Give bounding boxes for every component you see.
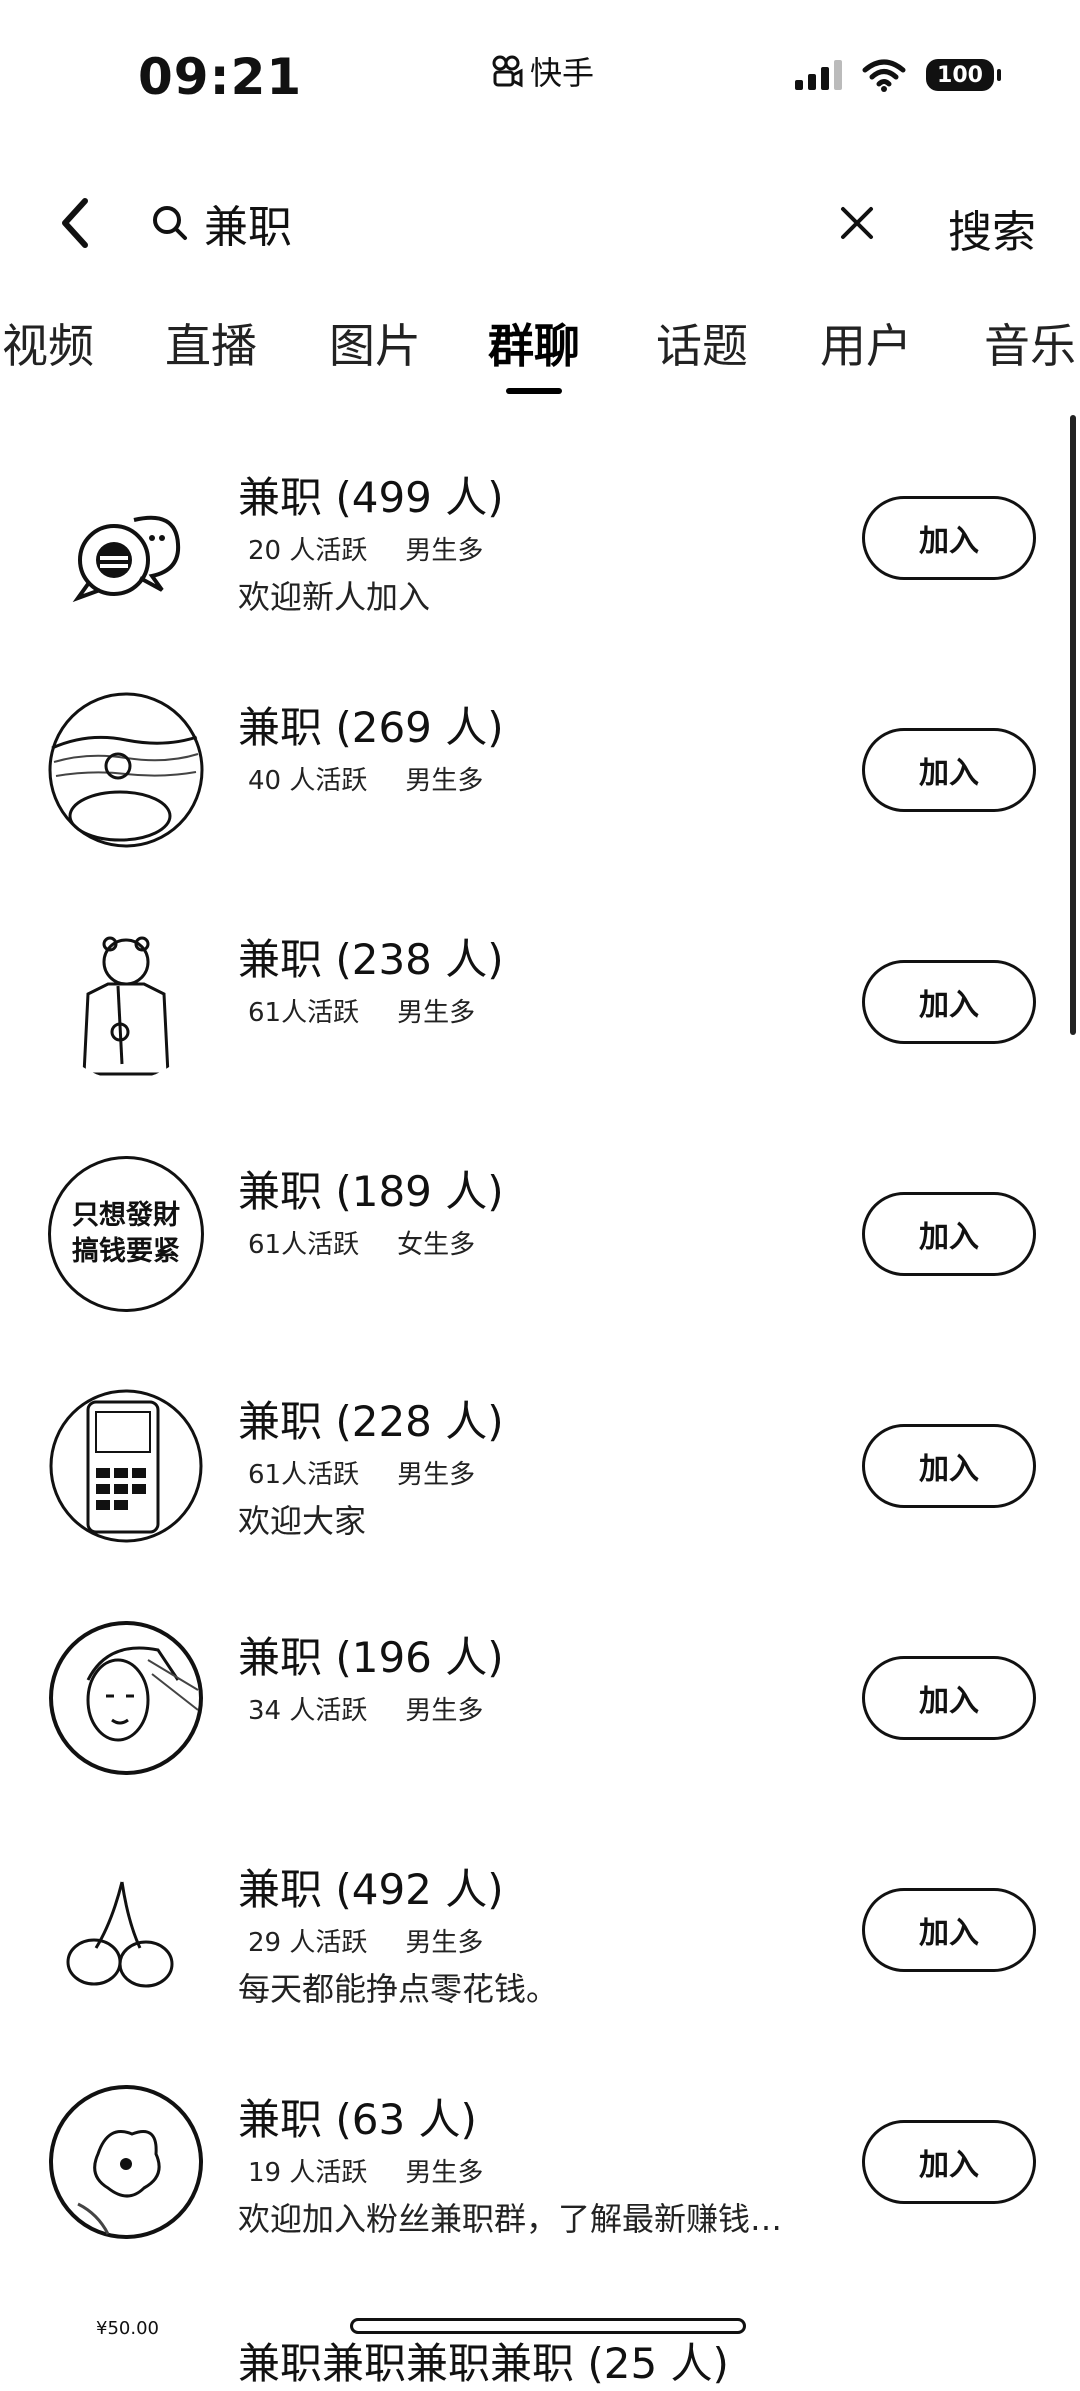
home-indicator[interactable]: [350, 2318, 746, 2334]
list-item[interactable]: 兼职 (228 人) 61人活跃 男生多 欢迎大家 加入: [0, 1388, 1080, 1588]
active-count: 61人活跃: [248, 1230, 360, 1260]
join-button[interactable]: 加入: [862, 1656, 1036, 1740]
active-count: 61人活跃: [248, 998, 360, 1028]
join-button[interactable]: 加入: [862, 496, 1036, 580]
group-title: 兼职 (269 人): [238, 703, 504, 752]
gender-ratio: 男生多: [405, 2158, 484, 2188]
join-button[interactable]: 加入: [862, 1192, 1036, 1276]
join-button[interactable]: 加入: [862, 1888, 1036, 1972]
photo-icon: [48, 692, 204, 848]
cellular-signal-icon: [795, 60, 842, 90]
clear-search-button[interactable]: [822, 188, 892, 258]
close-icon: [841, 207, 873, 239]
category-tabs: 视频 直播 图片 群聊 话题 用户 音乐: [0, 310, 1080, 400]
gender-ratio: 女生多: [397, 1230, 476, 1260]
list-item[interactable]: 兼职 (196 人) 34 人活跃 男生多 加入: [0, 1620, 1080, 1820]
list-item[interactable]: 兼职 (499 人) 20 人活跃 男生多 欢迎新人加入 加入: [0, 460, 1080, 660]
group-title: 兼职兼职兼职兼职 (25 人): [238, 2339, 729, 2388]
group-description: 欢迎新人加入: [238, 578, 431, 616]
group-title: 兼职 (492 人): [238, 1865, 504, 1914]
tab-images[interactable]: 图片: [329, 310, 421, 376]
group-meta: 29 人活跃 男生多: [248, 1922, 483, 1959]
list-item[interactable]: 兼职 (269 人) 40 人活跃 男生多 加入: [0, 692, 1080, 892]
group-meta: 19 人活跃 男生多: [248, 2152, 483, 2189]
list-item[interactable]: 只想發財 搞钱要紧 兼职 (189 人) 61人活跃 女生多 加入: [0, 1156, 1080, 1356]
gender-ratio: 男生多: [405, 766, 484, 796]
join-button[interactable]: 加入: [862, 960, 1036, 1044]
group-meta: 40 人活跃 男生多: [248, 760, 483, 797]
kuaishou-logo-icon: [492, 55, 523, 88]
chevron-left-icon: [62, 198, 88, 248]
status-icons: 100: [795, 58, 1001, 92]
group-title: 兼职 (228 人): [238, 1397, 504, 1446]
avatar: [48, 924, 204, 1080]
join-button[interactable]: 加入: [862, 2120, 1036, 2204]
tab-music[interactable]: 音乐: [984, 310, 1076, 376]
avatar: [48, 478, 204, 634]
search-button[interactable]: 搜索: [948, 196, 1036, 260]
list-item[interactable]: 兼职 (63 人) 19 人活跃 男生多 欢迎加入粉丝兼职群，了解最新赚钱… 加…: [0, 2084, 1080, 2284]
list-item[interactable]: 兼职 (492 人) 29 人活跃 男生多 每天都能挣点零花钱。 加入: [0, 1852, 1080, 2052]
search-bar: 兼职 搜索: [0, 180, 1080, 270]
avatar: [48, 1620, 204, 1776]
tab-video[interactable]: 视频: [2, 310, 94, 376]
photo-icon: [50, 926, 202, 1078]
photo-icon: [49, 1389, 203, 1543]
group-description: 欢迎加入粉丝兼职群，了解最新赚钱…: [238, 2200, 783, 2238]
avatar: [48, 1852, 204, 2008]
status-time: 09:21: [138, 48, 303, 106]
app-name: 快手: [530, 54, 595, 92]
battery-icon: 100: [926, 59, 1001, 91]
gender-ratio: 男生多: [405, 536, 484, 566]
avatar-price-text: ¥50.00: [96, 2318, 159, 2339]
active-count: 61人活跃: [248, 1460, 360, 1490]
tab-users[interactable]: 用户: [820, 310, 912, 376]
group-title: 兼职 (238 人): [238, 935, 504, 984]
active-count: 19 人活跃: [248, 2158, 368, 2188]
group-title: 兼职 (499 人): [238, 473, 504, 522]
group-meta: 61人活跃 男生多: [248, 992, 475, 1029]
group-meta: 20 人活跃 男生多: [248, 530, 483, 567]
gender-ratio: 男生多: [405, 1928, 484, 1958]
active-count: 40 人活跃: [248, 766, 368, 796]
active-tab-indicator: [506, 388, 562, 394]
tab-live[interactable]: 直播: [165, 310, 257, 376]
group-meta: 34 人活跃 男生多: [248, 1690, 483, 1727]
search-query: 兼职: [204, 202, 292, 253]
avatar: [48, 1388, 204, 1544]
gender-ratio: 男生多: [397, 1460, 476, 1490]
group-description: 欢迎大家: [238, 1502, 367, 1540]
group-title: 兼职 (63 人): [238, 2095, 477, 2144]
group-meta: 61人活跃 男生多: [248, 1454, 475, 1491]
active-count: 20 人活跃: [248, 536, 368, 566]
tab-topics[interactable]: 话题: [656, 310, 748, 376]
join-button[interactable]: 加入: [862, 728, 1036, 812]
group-title: 兼职 (196 人): [238, 1633, 504, 1682]
list-item[interactable]: 兼职 (238 人) 61人活跃 男生多 加入: [0, 924, 1080, 1124]
join-button[interactable]: 加入: [862, 1424, 1036, 1508]
status-bar: 09:21 快手 100: [0, 0, 1080, 140]
avatar-text: 搞钱要紧: [72, 1236, 180, 1267]
wifi-icon: [862, 59, 906, 92]
app-indicator: 快手: [490, 48, 594, 94]
active-count: 29 人活跃: [248, 1928, 368, 1958]
group-meta: 61人活跃 女生多: [248, 1224, 475, 1261]
search-icon: [153, 206, 187, 240]
gender-ratio: 男生多: [405, 1696, 484, 1726]
avatar: 只想發財 搞钱要紧: [48, 1156, 204, 1312]
gender-ratio: 男生多: [397, 998, 476, 1028]
tab-group-chat[interactable]: 群聊: [488, 310, 580, 376]
cherry-icon: [50, 1854, 202, 2006]
photo-icon: [49, 2085, 203, 2239]
avatar: [48, 2084, 204, 2240]
back-button[interactable]: [40, 188, 110, 258]
search-input[interactable]: 兼职: [150, 188, 292, 258]
photo-icon: [49, 1621, 203, 1775]
group-title: 兼职 (189 人): [238, 1167, 504, 1216]
avatar-text: 只想發財: [72, 1200, 180, 1231]
active-count: 34 人活跃: [248, 1696, 368, 1726]
chat-bubble-icon: [48, 478, 204, 634]
group-description: 每天都能挣点零花钱。: [238, 1970, 559, 2008]
avatar: [48, 692, 204, 848]
